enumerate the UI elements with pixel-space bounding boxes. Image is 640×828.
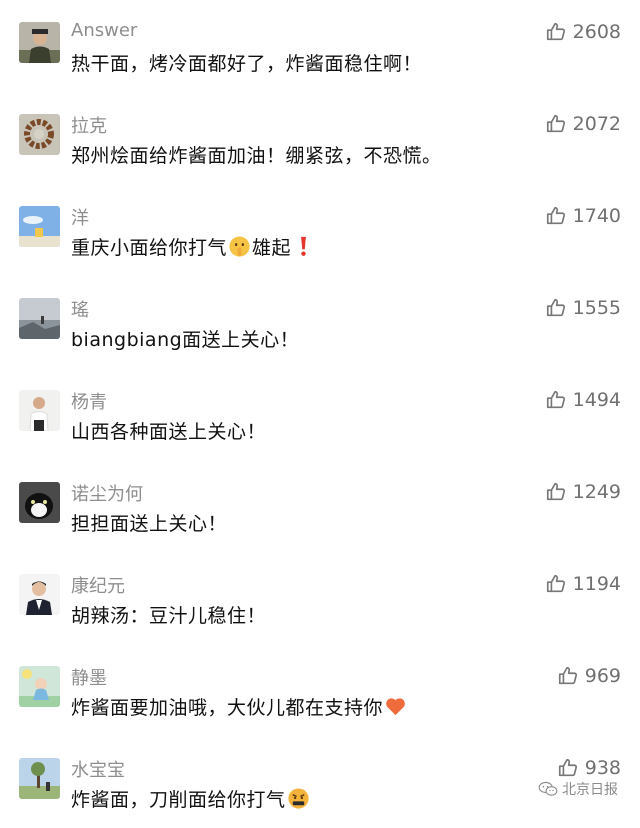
avatar[interactable] (19, 758, 60, 799)
shushing-face-emoji (229, 236, 250, 257)
avatar[interactable] (19, 22, 60, 63)
comment-text: 山西各种面送上关心！ (71, 421, 267, 443)
comment-text-part: 炸酱面，刀削面给你打气 (71, 789, 286, 811)
comment-text: 担担面送上关心！ (71, 513, 228, 535)
commenter-name[interactable]: 诺尘为何 (71, 480, 143, 506)
avatar[interactable] (19, 390, 60, 431)
comment-text: 郑州烩面给炸酱面加油！绷紧弦，不恐慌。 (71, 145, 442, 167)
like-button[interactable]: 938 (557, 757, 621, 779)
like-button[interactable]: 1249 (545, 481, 621, 503)
like-button[interactable]: 1494 (545, 389, 621, 411)
thumbs-up-icon (558, 758, 577, 777)
comment-item: 杨青 山西各种面送上关心！ 1494 (0, 368, 640, 460)
comment-item: 瑤 biangbiang面送上关心！ 1555 (0, 276, 640, 368)
comment-text-part: 雄起 (252, 237, 292, 259)
avatar[interactable] (19, 666, 60, 707)
comment-item: Answer 热干面，烤冷面都好了，炸酱面稳住啊！ 2608 (0, 0, 640, 92)
like-count: 1740 (572, 205, 621, 227)
like-count: 2608 (572, 21, 621, 43)
like-button[interactable]: 2072 (545, 113, 621, 135)
thumbs-up-icon (546, 206, 565, 225)
comment-item: 诺尘为何 担担面送上关心！ 1249 (0, 460, 640, 552)
source-watermark: 北京日报 (538, 779, 618, 799)
like-button[interactable]: 969 (557, 665, 621, 687)
comment-text: 重庆小面给你打气 雄起 (71, 233, 316, 260)
thumbs-up-icon (546, 482, 565, 501)
like-count: 938 (584, 757, 621, 779)
comment-text-part: 炸酱面要加油哦，大伙儿都在支持你 (71, 697, 384, 719)
comment-text-part: 重庆小面给你打气 (71, 237, 228, 259)
commenter-name[interactable]: 水宝宝 (71, 756, 125, 782)
thumbs-up-icon (546, 22, 565, 41)
commenter-name[interactable]: 洋 (71, 204, 89, 230)
avatar[interactable] (19, 206, 60, 247)
cursing-face-emoji (287, 788, 309, 809)
commenter-name[interactable]: 康纪元 (71, 572, 125, 598)
commenter-name[interactable]: 拉克 (71, 112, 107, 138)
commenter-name[interactable]: Answer (71, 20, 137, 41)
commenter-name[interactable]: 杨青 (71, 388, 107, 414)
like-button[interactable]: 1555 (545, 297, 621, 319)
thumbs-up-icon (546, 298, 565, 317)
like-count: 2072 (572, 113, 621, 135)
thumbs-up-icon (546, 390, 565, 409)
like-count: 969 (584, 665, 621, 687)
comment-item: 拉克 郑州烩面给炸酱面加油！绷紧弦，不恐慌。 2072 (0, 92, 640, 184)
exclamation-emoji (301, 236, 306, 256)
like-count: 1249 (572, 481, 621, 503)
like-count: 1194 (572, 573, 621, 595)
comment-item: 静墨 炸酱面要加油哦，大伙儿都在支持你 969 (0, 644, 640, 736)
avatar[interactable] (19, 298, 60, 339)
watermark-text: 北京日报 (562, 782, 618, 798)
thumbs-up-icon (558, 666, 577, 685)
comment-text: 胡辣汤：豆汁儿稳住！ (71, 605, 267, 627)
wechat-icon (538, 781, 558, 796)
heart-emoji (386, 698, 405, 716)
thumbs-up-icon (546, 114, 565, 133)
comment-text: 炸酱面，刀削面给你打气 (71, 785, 311, 812)
like-button[interactable]: 1740 (545, 205, 621, 227)
like-count: 1555 (572, 297, 621, 319)
avatar[interactable] (19, 482, 60, 523)
comment-text: biangbiang面送上关心！ (71, 329, 300, 351)
commenter-name[interactable]: 瑤 (71, 296, 89, 322)
avatar[interactable] (19, 574, 60, 615)
comment-text: 炸酱面要加油哦，大伙儿都在支持你 (71, 693, 408, 720)
comment-item: 洋 重庆小面给你打气 雄起 1740 (0, 184, 640, 276)
like-button[interactable]: 2608 (545, 21, 621, 43)
comment-item: 康纪元 胡辣汤：豆汁儿稳住！ 1194 (0, 552, 640, 644)
commenter-name[interactable]: 静墨 (71, 664, 107, 690)
thumbs-up-icon (546, 574, 565, 593)
comment-text: 热干面，烤冷面都好了，炸酱面稳住啊！ (71, 53, 423, 75)
like-button[interactable]: 1194 (545, 573, 621, 595)
avatar[interactable] (19, 114, 60, 155)
like-count: 1494 (572, 389, 621, 411)
